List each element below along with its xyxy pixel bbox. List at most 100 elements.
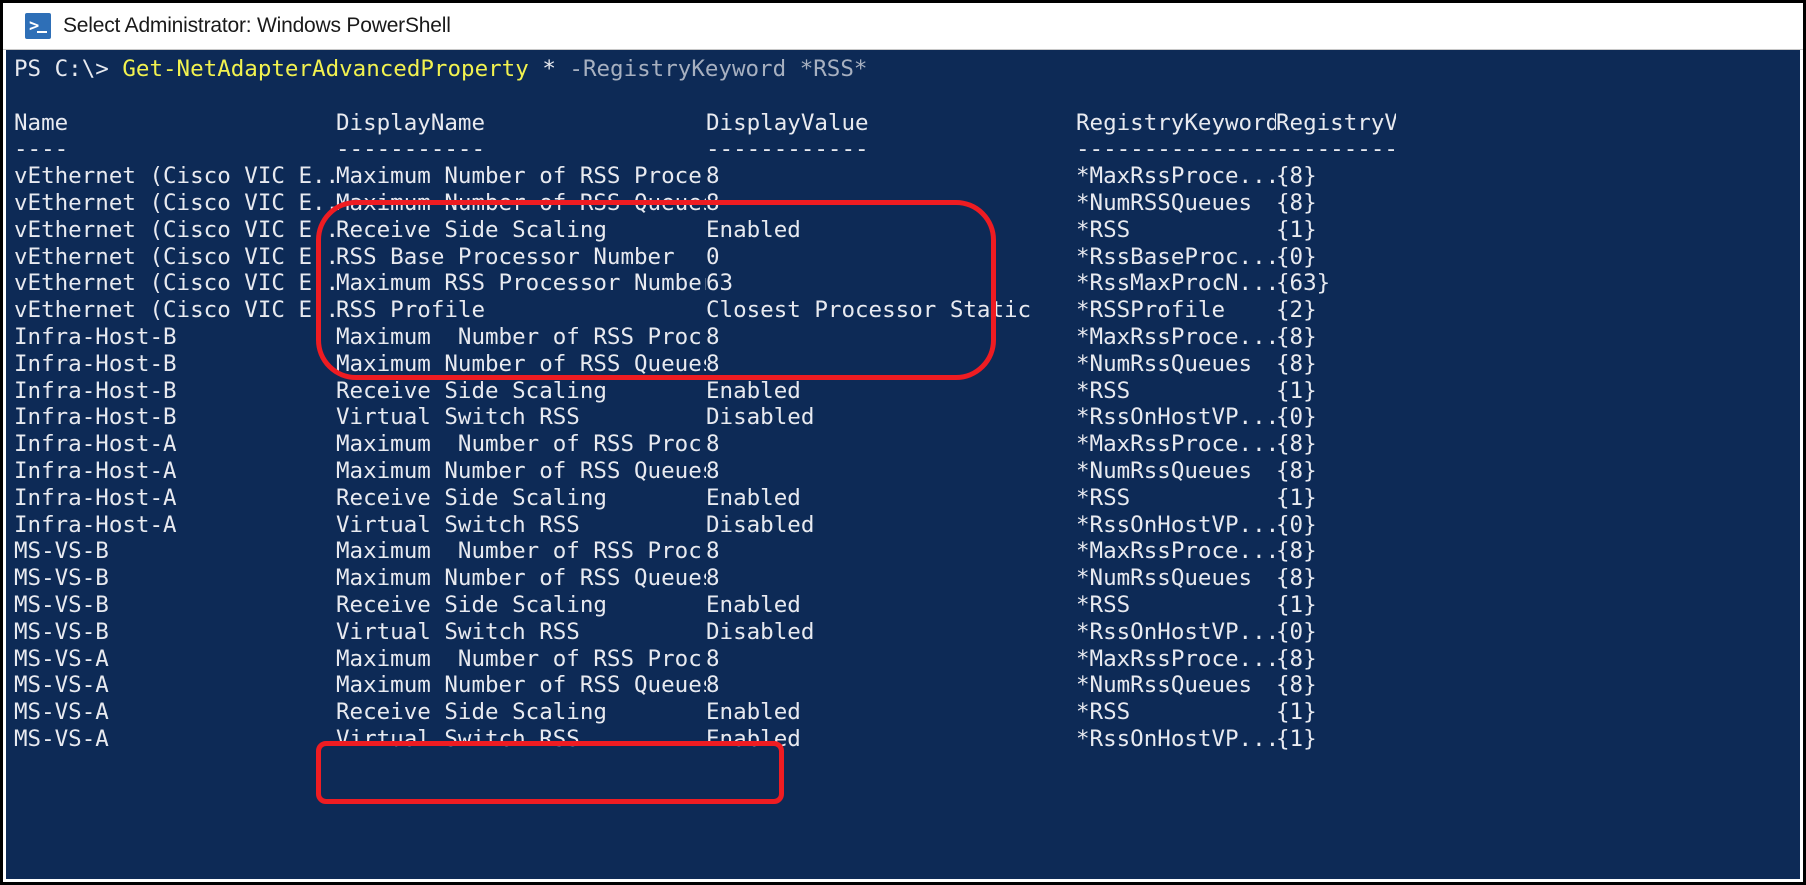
- cell-registry-value: {8}: [1276, 645, 1317, 672]
- cell-name: Infra-Host-A: [14, 484, 177, 511]
- cell-registry-value: {1}: [1276, 484, 1317, 511]
- cell-display-value: Enabled: [706, 377, 801, 404]
- cell-display-name: Receive Side Scaling: [336, 377, 607, 404]
- cell-display-name: Maximum Number of RSS Queues: [336, 189, 706, 216]
- cell-display-name: RSS Base Processor Number: [336, 243, 675, 270]
- table-row: vEthernet (Cisco VIC E...Maximum RSS Pro…: [14, 270, 1800, 297]
- cell-display-value: 8: [706, 538, 720, 565]
- table-row: Infra-Host-B Maximum Number of RSS Proc..…: [14, 324, 1800, 351]
- cell-name: MS-VS-B: [14, 591, 109, 618]
- window-title: Select Administrator: Windows PowerShell: [63, 14, 451, 37]
- table-header-row: Name DisplayName DisplayValue RegistryKeywo…: [14, 110, 1800, 137]
- cell-registry-keyword: *RssOnHostVP...: [1076, 725, 1276, 752]
- cell-name: MS-VS-A: [14, 672, 109, 699]
- cell-display-value: 8: [706, 350, 720, 377]
- cell-display-value: 8: [706, 323, 720, 350]
- header-registry-value: RegistryValue: [1276, 109, 1396, 136]
- table-row: MS-VS-A Maximum Number of RSS Queues8 *Num…: [14, 672, 1800, 699]
- table-row: MS-VS-B Receive Side Scaling Enabled *RSS {1…: [14, 592, 1800, 619]
- cell-registry-keyword: *RssBaseProc...: [1076, 243, 1276, 270]
- cell-display-name: Maximum Number of RSS Proc...: [336, 431, 706, 458]
- table-row: Infra-Host-A Maximum Number of RSS Queues…: [14, 458, 1800, 485]
- table-row: Infra-Host-A Receive Side Scaling Enabled *…: [14, 485, 1800, 512]
- cell-registry-value: {8}: [1276, 565, 1317, 592]
- cell-name: vEthernet (Cisco VIC E...: [14, 163, 336, 190]
- cell-registry-keyword: *RSS: [1076, 216, 1131, 243]
- table-row: MS-VS-B Maximum Number of RSS Proc...8 *Ma…: [14, 538, 1800, 565]
- cell-display-name: Virtual Switch RSS: [336, 404, 580, 431]
- console-output-area[interactable]: PS C:\> Get-NetAdapterAdvancedProperty *…: [6, 50, 1800, 879]
- cell-registry-keyword: *RSS: [1076, 484, 1131, 511]
- command-line: PS C:\> Get-NetAdapterAdvancedProperty *…: [14, 56, 1800, 83]
- rule-registry-value: -------------: [1276, 136, 1396, 163]
- cell-display-name: Receive Side Scaling: [336, 484, 607, 511]
- table-row: MS-VS-A Virtual Switch RSS Enabled *RssOnHo…: [14, 726, 1800, 753]
- command-name: Get-NetAdapterAdvancedProperty: [122, 56, 529, 82]
- cell-name: vEthernet (Cisco VIC E...: [14, 243, 336, 270]
- cell-display-name: Virtual Switch RSS: [336, 511, 580, 538]
- command-parameter-value: *RSS*: [799, 56, 868, 82]
- cell-registry-value: {8}: [1276, 457, 1317, 484]
- table-rows-container: vEthernet (Cisco VIC E...Maximum Number …: [14, 163, 1800, 753]
- cell-display-name: Maximum Number of RSS Proc...: [336, 323, 706, 350]
- cell-registry-keyword: *NumRssQueues: [1076, 350, 1253, 377]
- cell-name: vEthernet (Cisco VIC E...: [14, 297, 336, 324]
- cell-display-value: Disabled: [706, 511, 815, 538]
- cell-name: MS-VS-B: [14, 565, 109, 592]
- table-row: MS-VS-A Receive Side Scaling Enabled *RSS {1…: [14, 699, 1800, 726]
- powershell-window: Select Administrator: Windows PowerShell…: [0, 0, 1806, 885]
- table-row: Infra-Host-B Maximum Number of RSS Queues…: [14, 351, 1800, 378]
- cell-registry-value: {0}: [1276, 511, 1317, 538]
- header-display-value: DisplayValue: [706, 109, 869, 136]
- cell-registry-keyword: *MaxRssProce...: [1076, 645, 1276, 672]
- cell-registry-keyword: *MaxRssProce...: [1076, 163, 1276, 190]
- cell-display-name: Virtual Switch RSS: [336, 618, 580, 645]
- cell-registry-keyword: *RssOnHostVP...: [1076, 511, 1276, 538]
- cell-display-value: Enabled: [706, 591, 801, 618]
- header-registry-keyword: RegistryKeyword: [1076, 109, 1276, 136]
- table-row: vEthernet (Cisco VIC E...Maximum Number …: [14, 190, 1800, 217]
- cell-registry-keyword: *RssOnHostVP...: [1076, 404, 1276, 431]
- rule-display-name: -----------: [336, 136, 486, 163]
- cell-display-value: Disabled: [706, 618, 815, 645]
- cell-registry-value: {1}: [1276, 591, 1317, 618]
- cell-name: vEthernet (Cisco VIC E...: [14, 270, 336, 297]
- table-row: vEthernet (Cisco VIC E...Receive Side Sc…: [14, 217, 1800, 244]
- command-wildcard: *: [542, 56, 556, 82]
- cell-name: MS-VS-A: [14, 725, 109, 752]
- table-row: MS-VS-B Virtual Switch RSS Disabled *RssOnH…: [14, 619, 1800, 646]
- cell-display-value: 8: [706, 431, 720, 458]
- rule-name: ----: [14, 136, 69, 163]
- cell-registry-value: {63}: [1276, 270, 1331, 297]
- cell-display-value: 8: [706, 163, 720, 190]
- cell-display-value: Enabled: [706, 725, 801, 752]
- cell-registry-value: {1}: [1276, 377, 1317, 404]
- cell-display-value: 63: [706, 270, 734, 297]
- cell-display-value: Enabled: [706, 484, 801, 511]
- cell-name: MS-VS-B: [14, 538, 109, 565]
- table-row: Infra-Host-B Receive Side Scaling Enabled *…: [14, 378, 1800, 405]
- cell-display-name: Maximum Number of RSS Queues: [336, 565, 706, 592]
- cell-display-name: RSS Profile: [336, 297, 486, 324]
- cell-name: MS-VS-B: [14, 618, 109, 645]
- cell-name: vEthernet (Cisco VIC E...: [14, 189, 336, 216]
- cell-registry-value: {8}: [1276, 189, 1317, 216]
- window-titlebar: Select Administrator: Windows PowerShell: [3, 3, 1803, 50]
- table-row: Infra-Host-A Virtual Switch RSS Disabled *R…: [14, 512, 1800, 539]
- cell-display-value: Enabled: [706, 216, 801, 243]
- cell-display-name: Maximum Number of RSS Queues: [336, 672, 706, 699]
- cell-display-name: Maximum Number of RSS Queues: [336, 457, 706, 484]
- cell-registry-keyword: *RssMaxProcN...: [1076, 270, 1276, 297]
- table-row: Infra-Host-B Virtual Switch RSS Disabled *R…: [14, 404, 1800, 431]
- cell-name: MS-VS-A: [14, 699, 109, 726]
- command-parameter: -RegistryKeyword: [569, 56, 787, 82]
- cell-registry-value: {8}: [1276, 323, 1317, 350]
- cell-display-value: 8: [706, 189, 720, 216]
- cell-registry-keyword: *RssOnHostVP...: [1076, 618, 1276, 645]
- cell-display-name: Maximum RSS Processor Number: [336, 270, 706, 297]
- cell-name: Infra-Host-B: [14, 404, 177, 431]
- cell-registry-value: {1}: [1276, 216, 1317, 243]
- cell-name: Infra-Host-A: [14, 511, 177, 538]
- header-display-name: DisplayName: [336, 109, 486, 136]
- header-name: Name: [14, 109, 69, 136]
